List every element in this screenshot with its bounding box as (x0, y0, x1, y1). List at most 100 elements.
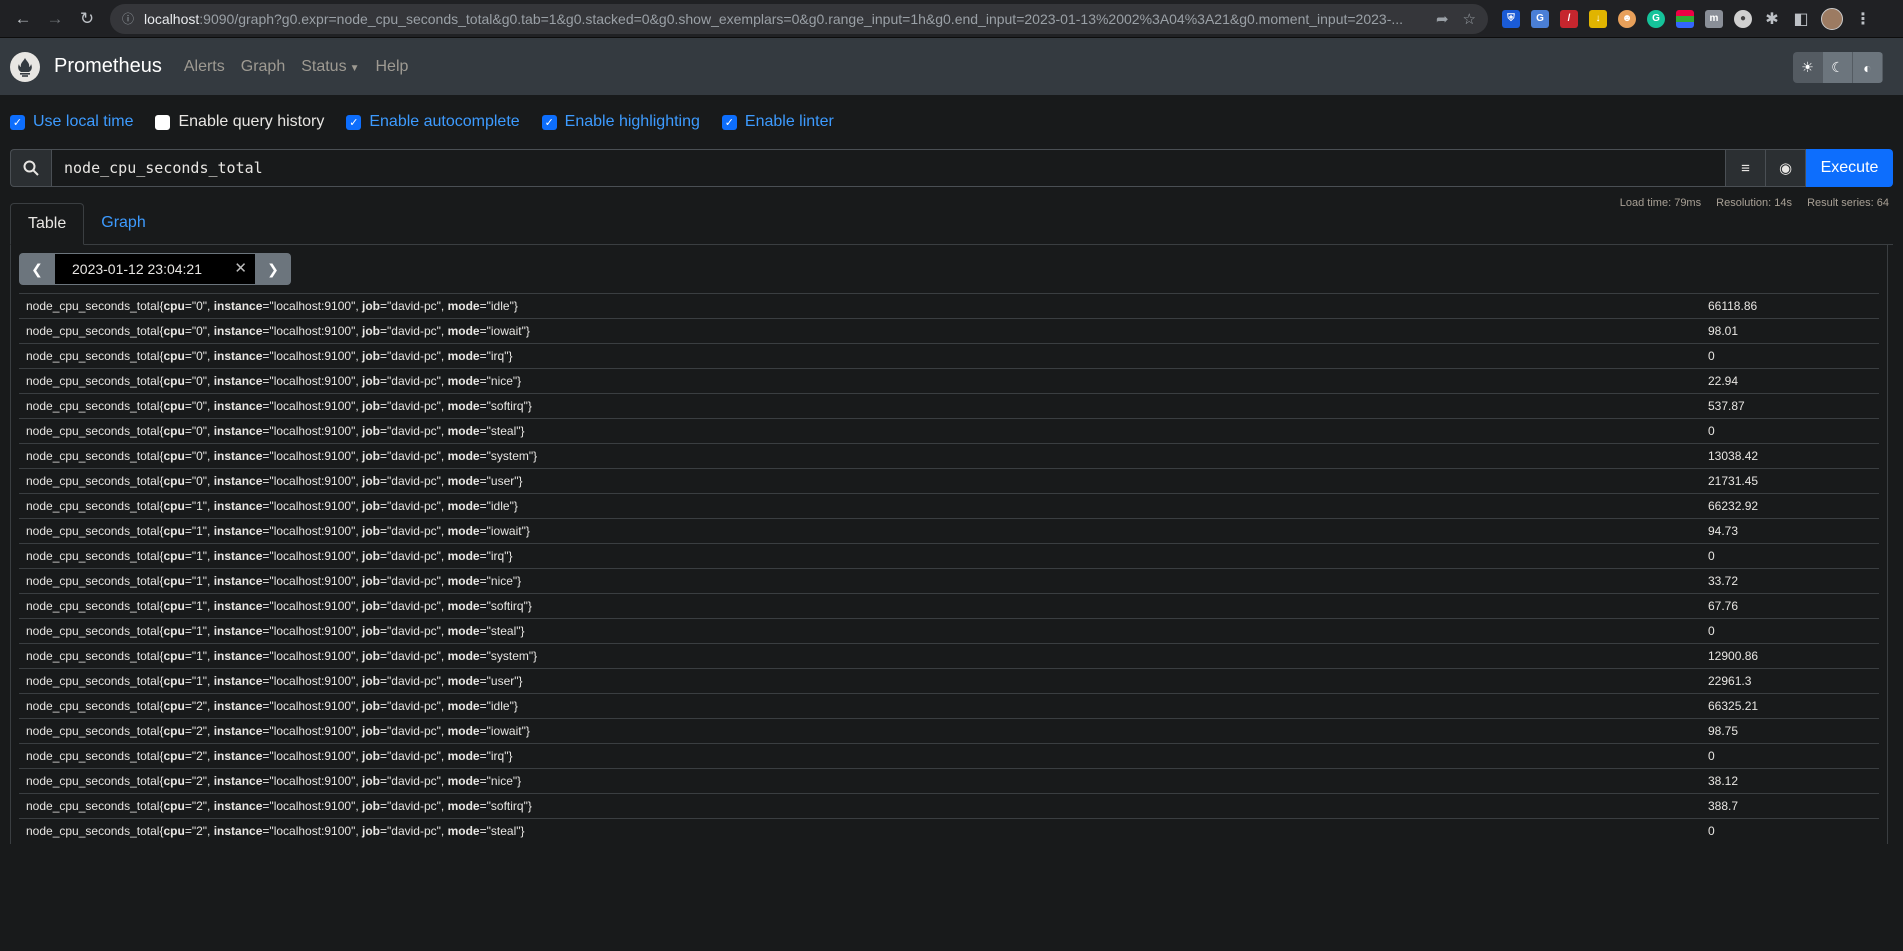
option-enable-linter[interactable]: ✓ Enable linter (721, 113, 834, 131)
option-label[interactable]: Enable query history (178, 113, 324, 131)
side-panel-icon[interactable]: ◧ (1792, 10, 1810, 28)
series-value: 0 (1701, 418, 1879, 444)
label-value: user (490, 674, 515, 688)
label-key: cpu (163, 624, 185, 638)
nav-alerts[interactable]: Alerts (184, 58, 225, 76)
label-key: job (362, 674, 381, 688)
label-value: steal (490, 424, 517, 438)
execute-button[interactable]: Execute (1806, 149, 1893, 187)
nav-status[interactable]: Status ▼ (301, 58, 359, 76)
chevron-left-icon[interactable]: ❮ (19, 253, 55, 285)
option-use-local-time[interactable]: ✓ Use local time (10, 113, 133, 131)
series-labels: node_cpu_seconds_total{cpu="2", instance… (19, 793, 1701, 819)
label-key: instance (213, 674, 263, 688)
kebab-menu-icon[interactable]: ⋮ (1854, 10, 1872, 28)
colorful-extension-icon[interactable] (1676, 9, 1694, 28)
tab-graph[interactable]: Graph (84, 202, 162, 244)
red-extension-icon[interactable]: / (1560, 9, 1578, 28)
chevron-right-icon[interactable]: ❯ (255, 253, 291, 285)
label-key: instance (213, 349, 263, 363)
option-label[interactable]: Enable linter (745, 113, 834, 131)
label-value: localhost:9100 (273, 824, 352, 839)
label-value: nice (490, 774, 513, 788)
table-row: node_cpu_seconds_total{cpu="1", instance… (19, 618, 1879, 644)
option-enable-highlighting[interactable]: ✓ Enable highlighting (541, 113, 700, 131)
puzzle-extensions-icon[interactable]: ✱ (1763, 10, 1781, 28)
label-key: job (362, 499, 381, 513)
translate-extension-icon[interactable]: G (1531, 9, 1549, 28)
m-extension-icon[interactable]: m (1705, 9, 1723, 28)
back-arrow-icon[interactable]: ← (8, 4, 38, 34)
share-icon[interactable]: ➦ (1436, 10, 1449, 28)
bitwarden-extension-icon[interactable]: ⛨ (1502, 9, 1520, 28)
bookmark-star-icon[interactable]: ☆ (1463, 10, 1476, 28)
metric-name: node_cpu_seconds_total (26, 349, 160, 363)
label-key: job (362, 724, 381, 738)
series-labels: node_cpu_seconds_total{cpu="2", instance… (19, 718, 1701, 744)
grammarly-extension-icon[interactable]: G (1647, 9, 1665, 28)
series-value: 98.01 (1701, 318, 1879, 344)
label-value: 2 (196, 749, 203, 763)
option-label[interactable]: Use local time (33, 113, 133, 131)
metrics-explorer-globe-icon[interactable]: ◉ (1766, 149, 1806, 187)
prometheus-logo-icon[interactable] (10, 51, 40, 82)
series-value: 0 (1701, 743, 1879, 769)
label-value: localhost:9100 (273, 799, 352, 813)
label-value: david-pc (391, 299, 437, 313)
label-key: cpu (163, 374, 185, 388)
label-key: cpu (163, 649, 185, 663)
nav-help[interactable]: Help (375, 58, 408, 76)
table-row: node_cpu_seconds_total{cpu="0", instance… (19, 418, 1879, 444)
tab-table[interactable]: Table (10, 203, 85, 245)
app-navbar: Prometheus Alerts Graph Status ▼ Help ☀ ☾… (0, 38, 1903, 95)
metric-name: node_cpu_seconds_total (26, 499, 160, 513)
site-info-icon[interactable]: ⓘ (122, 10, 134, 27)
metric-name: node_cpu_seconds_total (26, 549, 160, 563)
label-key: job (362, 749, 381, 763)
option-enable-autocomplete[interactable]: ✓ Enable autocomplete (346, 113, 520, 131)
address-bar[interactable]: ⓘ localhost :9090/graph?g0.expr=node_cpu… (110, 3, 1488, 34)
expression-bar: node_cpu_seconds_total ≡ ◉ Execute (10, 149, 1893, 187)
nav-graph[interactable]: Graph (241, 58, 285, 76)
clear-time-icon[interactable]: ✕ (234, 259, 247, 277)
evaluation-time-input[interactable]: 2023-01-12 23:04:21 ✕ (55, 253, 255, 285)
label-key: instance (213, 324, 263, 338)
label-value: david-pc (391, 399, 437, 413)
table-row: node_cpu_seconds_total{cpu="2", instance… (19, 768, 1879, 794)
format-expression-icon[interactable]: ≡ (1726, 149, 1766, 187)
series-value: 537.87 (1701, 393, 1879, 419)
checkbox-checked-icon[interactable]: ✓ (541, 114, 557, 130)
checkbox-unchecked-icon[interactable] (155, 114, 171, 130)
option-enable-query-history[interactable]: Enable query history (155, 113, 324, 131)
label-key: mode (447, 524, 480, 538)
checkbox-checked-icon[interactable]: ✓ (10, 114, 25, 130)
forward-arrow-icon[interactable]: → (40, 4, 70, 34)
option-label[interactable]: Enable autocomplete (369, 113, 519, 131)
label-value: david-pc (391, 599, 437, 613)
expression-input[interactable]: node_cpu_seconds_total (51, 149, 1726, 187)
table-panel: ❮ 2023-01-12 23:04:21 ✕ ❯ node_cpu_secon… (10, 245, 1888, 844)
series-labels: node_cpu_seconds_total{cpu="1", instance… (19, 518, 1701, 544)
label-key: mode (447, 799, 480, 813)
dark-theme-moon-icon[interactable]: ☾ (1823, 52, 1853, 83)
face-extension-icon[interactable]: ☻ (1618, 9, 1636, 28)
checkbox-checked-icon[interactable]: ✓ (346, 114, 362, 130)
checkbox-checked-icon[interactable]: ✓ (721, 114, 737, 130)
download-extension-icon[interactable]: ↓ (1589, 9, 1607, 28)
label-key: mode (447, 574, 480, 588)
label-key: mode (447, 449, 480, 463)
nav-status-label: Status (301, 57, 347, 75)
label-key: instance (213, 474, 263, 488)
metric-name: node_cpu_seconds_total (26, 699, 160, 713)
label-key: cpu (163, 749, 185, 763)
light-theme-sun-icon[interactable]: ☀ (1793, 52, 1823, 83)
reload-icon[interactable]: ↻ (72, 4, 102, 34)
label-key: instance (213, 699, 263, 713)
brand-title[interactable]: Prometheus (54, 55, 162, 78)
circle-extension-icon[interactable]: ● (1734, 9, 1752, 28)
auto-theme-contrast-icon[interactable]: ◐ (1853, 52, 1883, 83)
label-value: localhost:9100 (273, 599, 352, 613)
series-labels: node_cpu_seconds_total{cpu="2", instance… (19, 768, 1701, 794)
option-label[interactable]: Enable highlighting (565, 113, 700, 131)
profile-avatar[interactable] (1821, 7, 1843, 30)
